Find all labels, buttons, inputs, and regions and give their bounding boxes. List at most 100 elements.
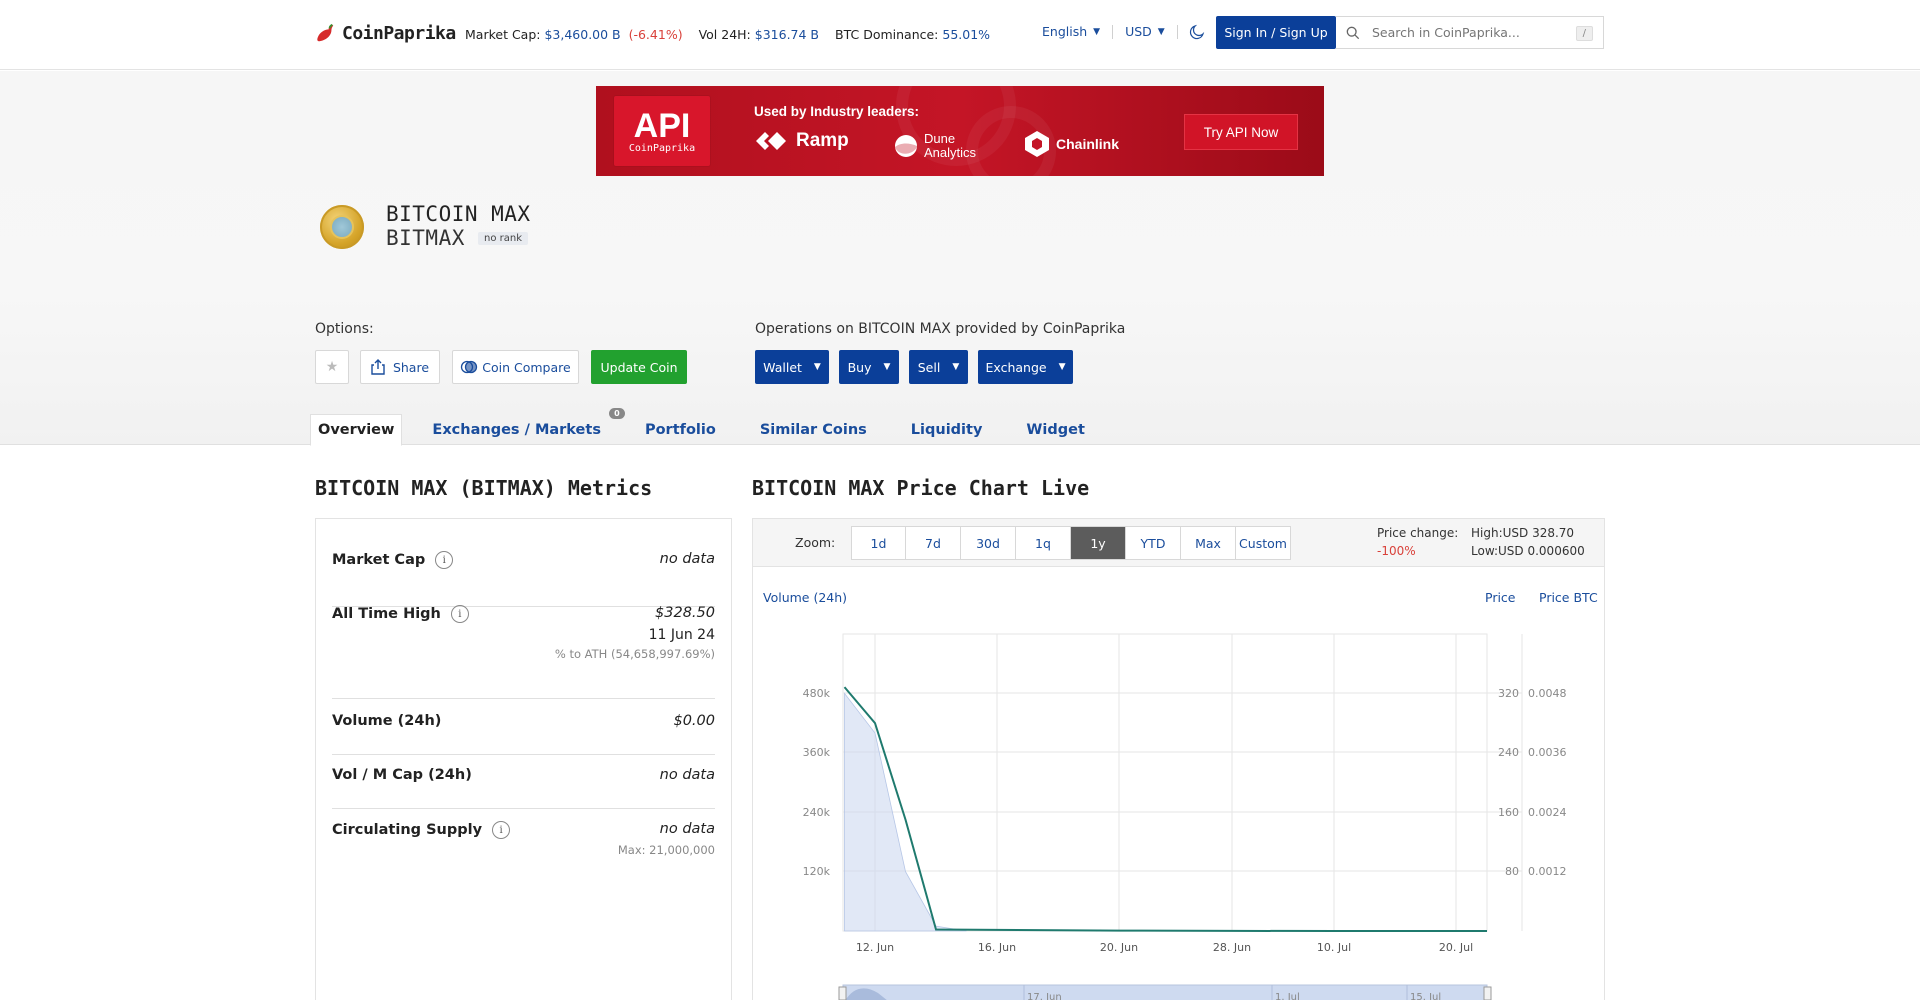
portfolio-count-badge: 0 xyxy=(608,408,625,419)
navigator-tick-label: 15. Jul xyxy=(1410,992,1441,1000)
metric-market-cap: Market Cap i no data xyxy=(332,551,715,607)
coin-compare-button[interactable]: Coin Compare xyxy=(452,350,579,384)
search-icon xyxy=(1346,26,1360,39)
metric-all-time-high: All Time High i $328.50 11 Jun 24 % to AT… xyxy=(332,605,715,699)
tab-portfolio[interactable]: Portfolio xyxy=(633,414,728,446)
sell-dropdown[interactable]: Sell ▼ xyxy=(909,350,968,384)
market-cap-value[interactable]: $3,460.00 B xyxy=(544,27,620,42)
y-price-tick-label: 240 xyxy=(1498,746,1519,759)
partner-dune: Dune Analytics xyxy=(894,132,976,160)
zoom-1y[interactable]: 1y xyxy=(1071,527,1126,559)
compare-icon xyxy=(461,360,478,374)
zoom-ytd[interactable]: YTD xyxy=(1126,527,1181,559)
price-change-label: Price change: xyxy=(1377,526,1459,540)
divider xyxy=(1112,24,1114,39)
zoom-30d[interactable]: 30d xyxy=(961,527,1016,559)
price-chart[interactable]: 12. Jun 16. Jun 20. Jun 28. Jun 10. Jul 20. J… xyxy=(753,567,1604,1000)
operations-label: Operations on BITCOIN MAX provided by Co… xyxy=(755,321,1126,337)
info-icon[interactable]: i xyxy=(450,605,469,623)
ath-label: All Time High xyxy=(332,606,441,622)
price-high: High:USD 328.70 xyxy=(1471,526,1575,540)
vol-mcap-value: no data xyxy=(659,767,715,783)
zoom-1d[interactable]: 1d xyxy=(852,527,906,559)
partner-ramp-name: Ramp xyxy=(796,130,849,151)
volume-value[interactable]: $316.74 B xyxy=(755,27,819,42)
coin-tabs: Overview Exchanges / Markets 0 Portfolio… xyxy=(310,408,1117,446)
zoom-max[interactable]: Max xyxy=(1181,527,1236,559)
partner-chainlink: Chainlink xyxy=(1024,130,1119,158)
wallet-label: Wallet xyxy=(763,359,802,375)
info-icon[interactable]: i xyxy=(492,821,511,839)
global-stats: Market Cap: $3,460.00 B (-6.41%) Vol 24H… xyxy=(465,27,990,42)
y-left-tick-label: 240k xyxy=(803,806,831,819)
x-tick-label: 16. Jun xyxy=(978,941,1016,954)
buy-label: Buy xyxy=(847,359,872,375)
price-series-line xyxy=(843,686,1487,932)
chevron-down-icon: ▼ xyxy=(1093,26,1101,37)
chart-title: BITCOIN MAX Price Chart Live xyxy=(752,476,1090,500)
tab-widget[interactable]: Widget xyxy=(1014,414,1097,446)
api-banner[interactable]: API CoinPaprika Used by Industry leaders… xyxy=(596,86,1324,176)
share-label: Share xyxy=(392,359,430,375)
tab-similar-coins[interactable]: Similar Coins xyxy=(748,414,879,446)
x-tick-label: 10. Jul xyxy=(1317,941,1351,954)
search-input[interactable] xyxy=(1372,25,1572,40)
locale-selectors: English ▼ USD ▼ xyxy=(1042,24,1184,39)
ramp-icon xyxy=(756,132,786,150)
language-select[interactable]: English xyxy=(1042,24,1087,39)
price-low: Low:USD 0.000600 xyxy=(1471,544,1585,558)
y-btc-tick-label: 0.0048 xyxy=(1528,687,1567,700)
tab-exchanges-markets[interactable]: Exchanges / Markets 0 xyxy=(420,408,625,446)
moon-icon[interactable] xyxy=(1188,23,1206,41)
y-btc-tick-label: 0.0024 xyxy=(1528,806,1567,819)
ath-value: $328.50 xyxy=(655,605,715,621)
x-tick-label: 28. Jun xyxy=(1213,941,1251,954)
tab-liquidity[interactable]: Liquidity xyxy=(899,414,995,446)
navigator-handle-right xyxy=(1483,986,1492,1000)
y-btc-tick-label: 0.0036 xyxy=(1528,746,1567,759)
tab-overview[interactable]: Overview xyxy=(310,414,403,446)
volume-label: Volume (24h) xyxy=(332,713,442,729)
partner-dune-line1: Dune xyxy=(924,131,956,146)
supply-max: Max: 21,000,000 xyxy=(617,843,715,857)
sign-in-button[interactable]: Sign In / Sign Up xyxy=(1216,16,1336,49)
currency-select[interactable]: USD xyxy=(1125,24,1152,39)
chart-navigator[interactable]: 17. Jun 1. Jul 15. Jul xyxy=(838,984,1492,1000)
btc-dominance-value[interactable]: 55.01% xyxy=(942,27,990,42)
info-icon[interactable]: i xyxy=(435,551,454,569)
y-left-tick-label: 480k xyxy=(803,687,831,700)
search-box: / xyxy=(1336,16,1604,49)
star-icon: ★ xyxy=(325,359,339,375)
share-icon xyxy=(371,359,385,375)
ath-percent: % to ATH (54,658,997.69%) xyxy=(554,647,715,661)
update-coin-button[interactable]: Update Coin xyxy=(591,350,687,384)
navigator-tick-label: 1. Jul xyxy=(1275,992,1300,1000)
rank-badge: no rank xyxy=(478,232,529,245)
exchange-dropdown[interactable]: Exchange ▼ xyxy=(978,350,1073,384)
metric-label: All Time High i xyxy=(332,605,469,623)
dune-icon xyxy=(895,135,917,157)
buy-dropdown[interactable]: Buy ▼ xyxy=(839,350,899,384)
coin-symbol: BITMAX xyxy=(386,226,465,250)
navigator-tick-label: 17. Jun xyxy=(1027,992,1062,1000)
y-left-tick-label: 360k xyxy=(803,746,831,759)
metric-label: Circulating Supply i xyxy=(332,821,511,839)
logo[interactable]: CoinPaprika xyxy=(314,22,456,44)
wallet-dropdown[interactable]: Wallet ▼ xyxy=(755,350,829,384)
zoom-custom[interactable]: Custom xyxy=(1236,527,1290,559)
try-api-button[interactable]: Try API Now xyxy=(1184,114,1298,150)
supply-value: no data xyxy=(659,821,715,837)
zoom-7d[interactable]: 7d xyxy=(906,527,961,559)
coin-name: BITCOIN MAX xyxy=(386,202,531,226)
search-shortcut: / xyxy=(1575,26,1593,41)
metric-volume: Volume (24h) $0.00 xyxy=(332,713,715,755)
zoom-1q[interactable]: 1q xyxy=(1016,527,1071,559)
chart-toolbar: Zoom: 1d 7d 30d 1q 1y YTD Max Custom Pri… xyxy=(753,519,1604,567)
share-button[interactable]: Share xyxy=(360,350,440,384)
btc-dominance-stat: BTC Dominance: 55.01% xyxy=(835,27,990,42)
tab-exchanges-markets-label: Exchanges / Markets xyxy=(432,422,601,438)
chevron-down-icon: ▼ xyxy=(1157,26,1165,37)
favorite-button[interactable]: ★ xyxy=(315,350,349,384)
partner-ramp: Ramp xyxy=(754,130,849,152)
chevron-down-icon: ▼ xyxy=(952,362,960,372)
